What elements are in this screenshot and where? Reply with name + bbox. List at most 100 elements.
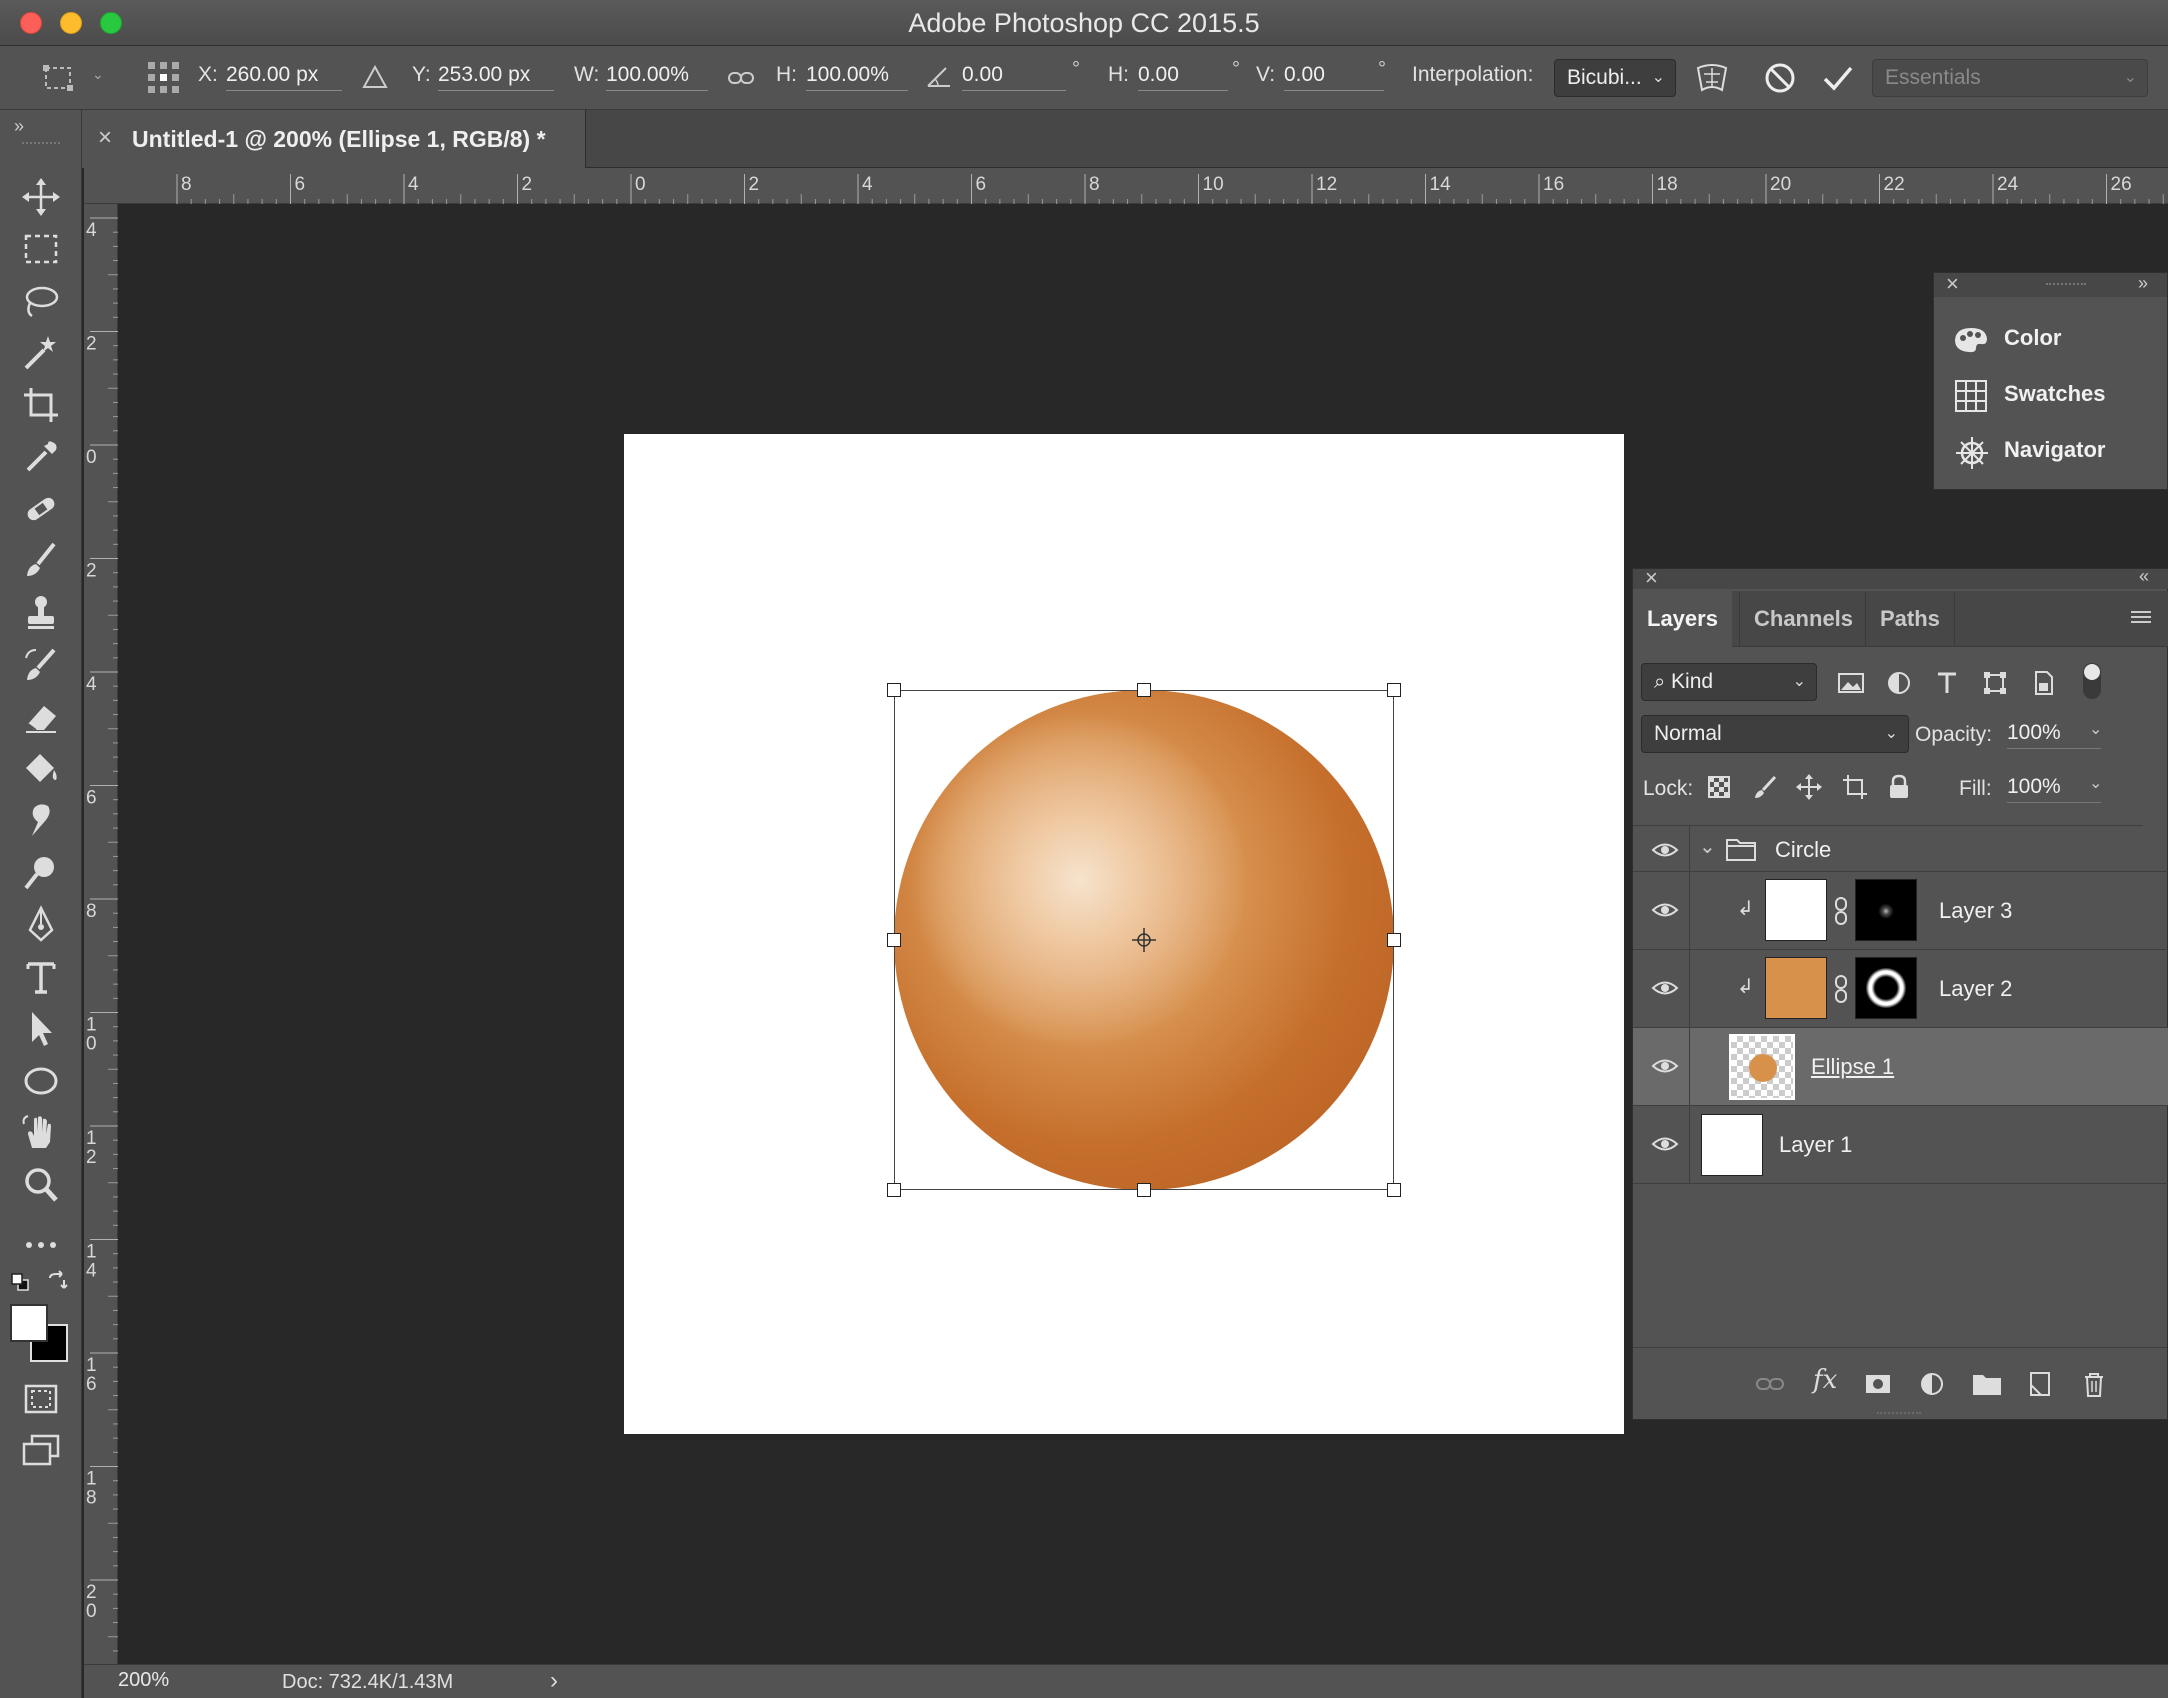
blend-mode-select[interactable]: Normal ⌄ bbox=[1641, 715, 1909, 753]
tool-preset-dropdown-icon[interactable]: ⌄ bbox=[92, 66, 104, 83]
y-position-field[interactable]: 253.00 px bbox=[438, 61, 554, 91]
grip-icon[interactable] bbox=[2046, 283, 2086, 285]
swap-colors-icon[interactable] bbox=[46, 1270, 68, 1292]
x-position-field[interactable]: 260.00 px bbox=[226, 61, 342, 91]
collapse-panel-icon[interactable]: « bbox=[2139, 566, 2149, 587]
magic-wand-tool-icon[interactable] bbox=[18, 330, 64, 376]
lock-artboard-icon[interactable] bbox=[1841, 773, 1869, 801]
mask-link-icon[interactable] bbox=[1833, 896, 1849, 926]
link-layers-icon[interactable] bbox=[1755, 1369, 1785, 1399]
panel-menu-icon[interactable] bbox=[2129, 607, 2153, 629]
height-field[interactable]: 100.00% bbox=[806, 61, 908, 91]
layer-mask-thumbnail[interactable] bbox=[1855, 879, 1917, 941]
new-adjustment-layer-icon[interactable] bbox=[1917, 1369, 1947, 1399]
smudge-tool-icon[interactable] bbox=[18, 798, 64, 844]
eyedropper-tool-icon[interactable] bbox=[18, 434, 64, 480]
brush-tool-icon[interactable] bbox=[18, 538, 64, 584]
layer-thumbnail[interactable] bbox=[1701, 1114, 1763, 1176]
lasso-tool-icon[interactable] bbox=[18, 278, 64, 324]
add-mask-icon[interactable] bbox=[1863, 1369, 1893, 1399]
history-brush-tool-icon[interactable] bbox=[18, 642, 64, 688]
delete-layer-trash-icon[interactable] bbox=[2079, 1369, 2109, 1399]
ellipse-tool-icon[interactable] bbox=[18, 1058, 64, 1104]
healing-brush-tool-icon[interactable] bbox=[18, 486, 64, 532]
opacity-field[interactable]: 100% bbox=[2007, 719, 2101, 749]
delta-icon[interactable] bbox=[360, 62, 390, 92]
more-tools-icon[interactable] bbox=[18, 1222, 64, 1268]
filter-toggle[interactable] bbox=[2083, 663, 2101, 699]
transform-handle-top-left[interactable] bbox=[887, 683, 901, 697]
transform-handle-bottom[interactable] bbox=[1137, 1183, 1151, 1197]
tab-paths[interactable]: Paths bbox=[1865, 591, 1955, 647]
layer-row-group-circle[interactable]: ⌄ Circle bbox=[1633, 826, 2168, 872]
transform-handle-bottom-right[interactable] bbox=[1387, 1183, 1401, 1197]
filter-pixel-layers-icon[interactable] bbox=[1837, 671, 1865, 695]
grip-icon[interactable] bbox=[1877, 1412, 1921, 1414]
panel-header[interactable]: × » bbox=[1934, 271, 2167, 297]
transform-handle-top-right[interactable] bbox=[1387, 683, 1401, 697]
horizontal-ruler[interactable]: 8 6 4 2 0 2 4 6 8 10 12 14 16 18 20 22 24 26 bbox=[84, 168, 2168, 204]
filter-smart-objects-icon[interactable] bbox=[2029, 669, 2057, 697]
mask-link-icon[interactable] bbox=[1833, 974, 1849, 1004]
visibility-eye-icon[interactable] bbox=[1651, 898, 1679, 922]
paint-bucket-tool-icon[interactable] bbox=[18, 746, 64, 792]
swatches-panel-button[interactable]: Swatches bbox=[1952, 371, 2162, 423]
eraser-tool-icon[interactable] bbox=[18, 694, 64, 740]
pen-tool-icon[interactable] bbox=[18, 902, 64, 948]
panel-header[interactable]: × « bbox=[1633, 565, 2168, 590]
layer-filter-select[interactable]: ⌕ Kind ⌄ bbox=[1641, 663, 1817, 701]
close-panel-icon[interactable]: × bbox=[1946, 271, 1959, 297]
layer-row-layer-2[interactable]: ↲ Layer 2 bbox=[1633, 950, 2168, 1028]
close-panel-icon[interactable]: × bbox=[1645, 565, 1658, 591]
screen-mode-icon[interactable] bbox=[18, 1428, 64, 1474]
layer-mask-thumbnail[interactable] bbox=[1855, 957, 1917, 1019]
visibility-eye-icon[interactable] bbox=[1651, 976, 1679, 1000]
reference-point-icon[interactable] bbox=[144, 58, 184, 98]
rotation-angle-field[interactable]: 0.00 bbox=[962, 61, 1066, 91]
interpolation-select[interactable]: Bicubi... ⌄ bbox=[1554, 59, 1676, 97]
tab-layers[interactable]: Layers bbox=[1633, 591, 1732, 647]
grip-icon[interactable] bbox=[22, 142, 60, 146]
zoom-tool-icon[interactable] bbox=[18, 1162, 64, 1208]
dodge-tool-icon[interactable] bbox=[18, 850, 64, 896]
layer-thumbnail[interactable] bbox=[1765, 879, 1827, 941]
document-tab[interactable]: × Untitled-1 @ 200% (Ellipse 1, RGB/8) * bbox=[82, 110, 586, 168]
filter-shape-layers-icon[interactable] bbox=[1981, 669, 2009, 697]
tab-channels[interactable]: Channels bbox=[1739, 591, 1867, 647]
quick-mask-icon[interactable] bbox=[18, 1376, 64, 1422]
layer-thumbnail[interactable] bbox=[1729, 1034, 1795, 1100]
transform-handle-bottom-left[interactable] bbox=[887, 1183, 901, 1197]
fill-field[interactable]: 100% bbox=[2007, 773, 2101, 803]
warp-mode-icon[interactable] bbox=[1692, 58, 1732, 98]
visibility-eye-icon[interactable] bbox=[1651, 838, 1679, 862]
zoom-level[interactable]: 200% bbox=[118, 1669, 169, 1692]
move-tool-icon[interactable] bbox=[18, 174, 64, 220]
lock-all-icon[interactable] bbox=[1887, 773, 1911, 801]
layer-row-layer-1[interactable]: Layer 1 bbox=[1633, 1106, 2168, 1184]
transform-handle-left[interactable] bbox=[887, 933, 901, 947]
transform-handle-top[interactable] bbox=[1137, 683, 1151, 697]
crop-tool-icon[interactable] bbox=[18, 382, 64, 428]
link-icon[interactable] bbox=[726, 64, 756, 92]
chevron-down-icon[interactable]: ⌄ bbox=[1699, 834, 1716, 859]
width-field[interactable]: 100.00% bbox=[606, 61, 708, 91]
status-menu-arrow-icon[interactable]: › bbox=[550, 1667, 558, 1695]
expand-panel-icon[interactable]: » bbox=[14, 116, 24, 137]
new-group-folder-icon[interactable] bbox=[1971, 1369, 2003, 1399]
expand-panel-icon[interactable]: » bbox=[2138, 273, 2148, 294]
horizontal-skew-field[interactable]: 0.00 bbox=[1138, 61, 1228, 91]
chevron-down-icon[interactable]: ⌄ bbox=[2089, 719, 2102, 739]
lock-image-pixels-icon[interactable] bbox=[1751, 773, 1779, 801]
color-panel-button[interactable]: Color bbox=[1952, 315, 2162, 367]
filter-type-layers-icon[interactable] bbox=[1933, 669, 1961, 697]
lock-position-icon[interactable] bbox=[1795, 773, 1823, 801]
cancel-transform-icon[interactable] bbox=[1760, 58, 1800, 98]
transform-tool-icon[interactable] bbox=[40, 60, 80, 96]
new-layer-icon[interactable] bbox=[2025, 1369, 2055, 1399]
clone-stamp-tool-icon[interactable] bbox=[18, 590, 64, 636]
default-colors-icon[interactable] bbox=[10, 1272, 30, 1292]
commit-transform-icon[interactable] bbox=[1818, 58, 1858, 98]
type-tool-icon[interactable] bbox=[18, 954, 64, 1000]
reference-point-crosshair-icon[interactable] bbox=[1131, 927, 1157, 953]
navigator-panel-button[interactable]: Navigator bbox=[1952, 427, 2162, 479]
